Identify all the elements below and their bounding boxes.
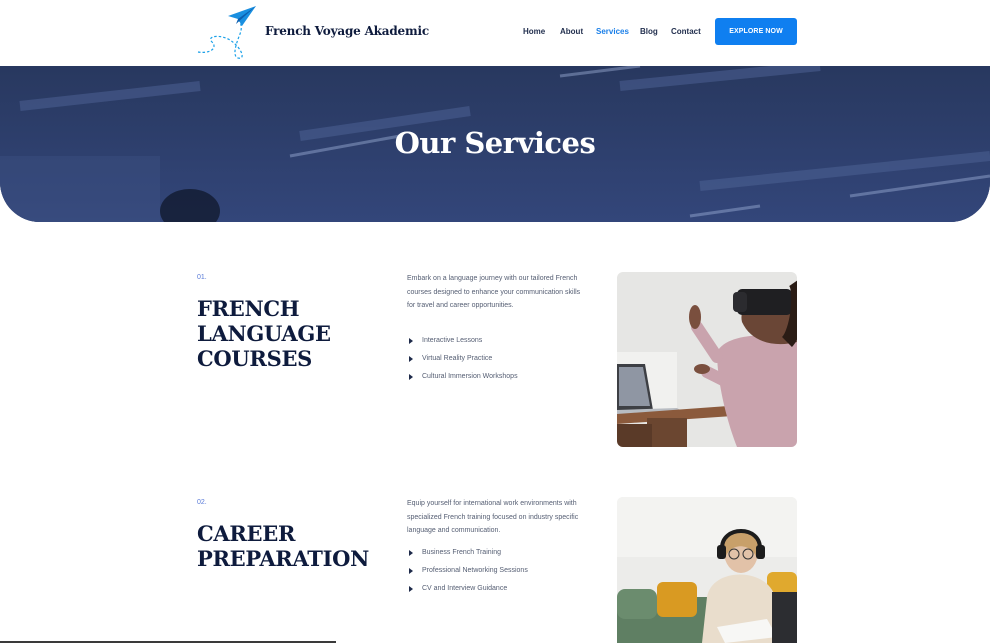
brand-name[interactable]: French Voyage Akademic bbox=[265, 24, 429, 38]
list-item: CV and Interview Guidance bbox=[407, 585, 528, 603]
feature-label: Virtual Reality Practice bbox=[422, 355, 493, 362]
triangle-right-icon bbox=[409, 374, 413, 380]
triangle-right-icon bbox=[409, 338, 413, 344]
service-title-line: LANGUAGE bbox=[197, 321, 331, 346]
explore-now-button[interactable]: EXPLORE NOW bbox=[715, 18, 797, 45]
list-item: Professional Networking Sessions bbox=[407, 567, 528, 585]
service-title: FRENCH LANGUAGE COURSES bbox=[197, 296, 331, 371]
vr-headset-photo bbox=[617, 272, 797, 447]
list-item: Interactive Lessons bbox=[407, 337, 518, 355]
service-title-line: CAREER bbox=[197, 521, 296, 546]
feature-list: Interactive Lessons Virtual Reality Prac… bbox=[407, 337, 518, 391]
service-description: Embark on a language journey with our ta… bbox=[407, 275, 581, 309]
nav-home[interactable]: Home bbox=[523, 27, 545, 36]
page-title: Our Services bbox=[394, 126, 596, 160]
triangle-right-icon bbox=[409, 550, 413, 556]
service-title: CAREER PREPARATION bbox=[197, 521, 369, 571]
nav-services[interactable]: Services bbox=[596, 27, 629, 36]
service-description: Equip yourself for international work en… bbox=[407, 500, 579, 534]
paper-plane-icon[interactable] bbox=[196, 4, 260, 60]
feature-label: Interactive Lessons bbox=[422, 337, 483, 344]
service-number: 02. bbox=[197, 499, 207, 506]
service-image-vr bbox=[617, 272, 797, 447]
student-headphones-photo bbox=[617, 497, 797, 643]
feature-label: Business French Training bbox=[422, 549, 501, 556]
nav-blog[interactable]: Blog bbox=[640, 27, 658, 36]
list-item: Virtual Reality Practice bbox=[407, 355, 518, 373]
nav-about[interactable]: About bbox=[560, 27, 583, 36]
site-header: French Voyage Akademic Home About Servic… bbox=[0, 0, 990, 66]
feature-label: CV and Interview Guidance bbox=[422, 585, 508, 592]
triangle-right-icon bbox=[409, 586, 413, 592]
triangle-right-icon bbox=[409, 356, 413, 362]
feature-list: Business French Training Professional Ne… bbox=[407, 549, 528, 603]
hero-banner: Our Services bbox=[0, 66, 990, 222]
feature-label: Professional Networking Sessions bbox=[422, 567, 528, 574]
nav-contact[interactable]: Contact bbox=[671, 27, 701, 36]
service-title-line: PREPARATION bbox=[197, 546, 370, 571]
service-title-line: FRENCH bbox=[197, 296, 300, 321]
list-item: Business French Training bbox=[407, 549, 528, 567]
list-item: Cultural Immersion Workshops bbox=[407, 373, 518, 391]
triangle-right-icon bbox=[409, 568, 413, 574]
service-number: 01. bbox=[197, 274, 207, 281]
service-title-line: COURSES bbox=[197, 346, 313, 371]
feature-label: Cultural Immersion Workshops bbox=[422, 373, 518, 380]
service-image-study bbox=[617, 497, 797, 643]
